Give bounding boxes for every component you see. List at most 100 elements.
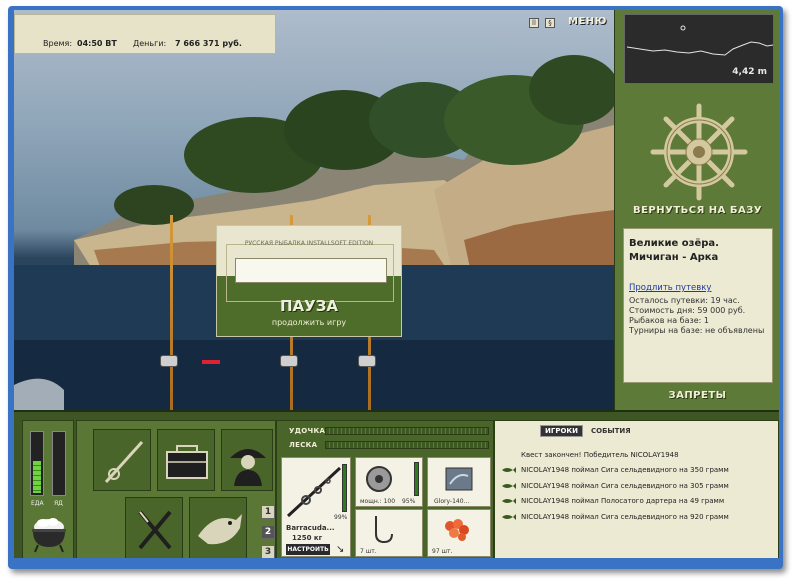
- fish-icon: [502, 467, 516, 474]
- game-brand: РУССКАЯ РЫБАЛКА INSTALLSOFT EDITION: [244, 240, 374, 247]
- tackle-box-icon: [166, 445, 208, 479]
- events-panel: ИГРОКИ СОБЫТИЯ Квест закончен! Победител…: [494, 420, 779, 558]
- tournaments-status: Турниры на базе: не объявлены: [629, 326, 765, 335]
- page-1-button[interactable]: 1: [261, 505, 275, 519]
- tab-players[interactable]: ИГРОКИ: [540, 425, 583, 437]
- menu-button[interactable]: МЕНЮ: [568, 16, 607, 27]
- money-label: Деньги:: [133, 39, 167, 48]
- bans-button[interactable]: ЗАПРЕТЫ: [615, 390, 779, 401]
- arrow-icon: ↘: [336, 544, 345, 555]
- bait-count: 97 шт.: [432, 548, 453, 555]
- list-item: NICOLAY1948 поймал Сига сельдевидного на…: [501, 478, 771, 494]
- event-text: NICOLAY1948 поймал Сига сельдевидного на…: [521, 466, 729, 475]
- extend-trip-link[interactable]: Продлить путевку: [629, 283, 767, 293]
- page-2-button[interactable]: 2: [261, 525, 275, 539]
- rod-load: 1250 кг: [292, 534, 323, 542]
- rod-slot[interactable]: 99% Barracuda... 1250 кг НАСТРОИТЬ ↘: [281, 457, 351, 557]
- top-icons: ll §: [529, 18, 555, 28]
- food-meter: [30, 431, 44, 496]
- fisherman-tool[interactable]: [221, 429, 273, 491]
- lure-item-icon: [445, 467, 473, 491]
- pause-icon[interactable]: ll: [529, 18, 539, 28]
- fish-icon: [198, 514, 242, 545]
- event-text: NICOLAY1948 поймал Сига сельдевидного на…: [521, 481, 729, 490]
- lure-name: Glory-140...: [434, 498, 470, 505]
- hook-slot[interactable]: 7 шт.: [355, 509, 423, 557]
- tackle-box-tool[interactable]: [157, 429, 215, 491]
- lure-slot[interactable]: Glory-140...: [427, 457, 491, 507]
- time-value: 04:50 ВТ: [77, 39, 117, 48]
- tab-events[interactable]: СОБЫТИЯ: [587, 426, 635, 436]
- remaining-time: Осталось путевки: 19 час.: [629, 296, 740, 305]
- pause-dialog: РУССКАЯ РЫБАЛКА INSTALLSOFT EDITION ПАУЗ…: [216, 225, 402, 337]
- fish-tool[interactable]: [189, 497, 247, 558]
- list-item: NICOLAY1948 поймал Полосатого дартера на…: [501, 494, 771, 510]
- rod-percent: 99%: [334, 514, 348, 521]
- poison-label: ЯД: [54, 500, 63, 507]
- reel-3[interactable]: [358, 355, 376, 367]
- right-panel: 4,42 m ВЕРНУТЬСЯ НА БАЗУ Великие озёра. …: [614, 10, 779, 410]
- event-text: NICOLAY1948 поймал Полосатого дартера на…: [521, 497, 725, 506]
- day-cost: Стоимость дня: 59 000 руб.: [629, 306, 746, 315]
- reel-percent: 95%: [402, 498, 416, 505]
- fishing-scene[interactable]: [14, 10, 614, 410]
- sound-icon[interactable]: §: [545, 18, 555, 28]
- food-fill: [33, 460, 41, 493]
- fish-icon: [502, 513, 516, 520]
- page-3-button[interactable]: 3: [261, 545, 275, 558]
- fish-icon: [502, 482, 516, 489]
- tools-panel: 1 2 3: [76, 420, 276, 558]
- events-list: Квест закончен! Победитель NICOLAY1948 N…: [501, 447, 771, 525]
- time-label: Время:: [43, 39, 73, 48]
- bottom-panel: ЕДА ЯД 1 2 3 УДОЧКА ЛЕСКА 99% Barracuda.…: [14, 410, 779, 558]
- reel-condition-bar: [414, 462, 419, 496]
- game-area: Время: 04:50 ВТ Деньги: 7 666 371 руб. l…: [14, 10, 779, 558]
- list-item: NICOLAY1948 поймал Сига сельдевидного на…: [501, 463, 771, 479]
- status-bar: Время: 04:50 ВТ Деньги: 7 666 371 руб.: [14, 14, 276, 54]
- continue-game-button[interactable]: продолжить игру: [217, 318, 401, 327]
- rod-icon: [104, 440, 144, 484]
- location-title: Великие озёра. Мичиган - Арка: [629, 238, 719, 263]
- money-value: 7 666 371 руб.: [175, 39, 242, 48]
- rod-condition-bar: [342, 464, 347, 512]
- rod-item-icon: [286, 466, 342, 518]
- pause-title: ПАУЗА: [280, 297, 338, 315]
- hook-item-icon: [375, 516, 393, 544]
- reel-item-icon: [366, 466, 392, 492]
- event-text: Квест закончен! Победитель NICOLAY1948: [521, 450, 679, 459]
- reel-2[interactable]: [280, 355, 298, 367]
- float-marker: [680, 25, 686, 31]
- food-label: ЕДА: [31, 500, 44, 507]
- tune-button[interactable]: НАСТРОИТЬ: [286, 544, 330, 555]
- poison-meter: [52, 431, 66, 496]
- depth-value: 4,42 m: [732, 67, 767, 77]
- rod-label: УДОЧКА: [289, 427, 326, 435]
- line-tension-bar: [325, 441, 489, 449]
- fisherman-icon: [230, 449, 266, 486]
- depth-graph: 4,42 m: [624, 14, 774, 84]
- caviar-bait-icon: [445, 519, 469, 541]
- fish-icon: [502, 498, 516, 505]
- fishing-rod-1[interactable]: [170, 215, 173, 410]
- rod-name: Barracuda...: [286, 524, 335, 532]
- location-info: Великие озёра. Мичиган - Арка Продлить п…: [623, 228, 773, 383]
- cauldron-icon[interactable]: [29, 513, 69, 553]
- gear-panel: УДОЧКА ЛЕСКА 99% Barracuda... 1250 кг НА…: [276, 420, 494, 558]
- return-to-base-button[interactable]: ВЕРНУТЬСЯ НА БАЗУ: [615, 205, 779, 216]
- bite-indicator-1: [202, 360, 220, 364]
- line-label: ЛЕСКА: [289, 441, 318, 449]
- reel-power: мощн.: 100: [360, 498, 396, 505]
- event-text: NICOLAY1948 поймал Сига сельдевидного на…: [521, 512, 729, 521]
- list-item: Квест закончен! Победитель NICOLAY1948: [501, 447, 771, 463]
- hook-count: 7 шт.: [360, 548, 377, 555]
- anglers-count: Рыбаков на базе: 1: [629, 316, 709, 325]
- rod-tool[interactable]: [93, 429, 151, 491]
- reel-slot[interactable]: мощн.: 100 95%: [355, 457, 423, 507]
- needs-panel: ЕДА ЯД: [22, 420, 74, 558]
- reel-1[interactable]: [160, 355, 178, 367]
- events-tabs: ИГРОКИ СОБЫТИЯ: [540, 425, 635, 437]
- ship-wheel-icon[interactable]: [649, 102, 749, 202]
- list-item: NICOLAY1948 поймал Сига сельдевидного на…: [501, 509, 771, 525]
- bait-slot[interactable]: 97 шт.: [427, 509, 491, 557]
- cutlery-tool[interactable]: [125, 497, 183, 558]
